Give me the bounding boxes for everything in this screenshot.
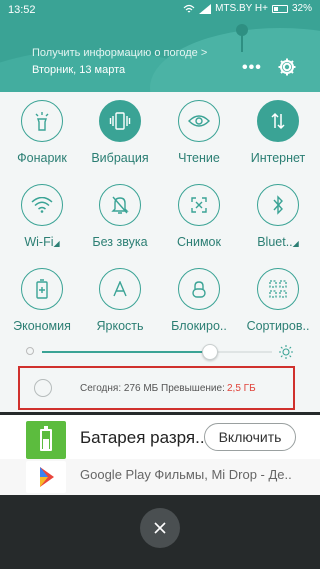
toggle-screenshot[interactable]: Снимок: [159, 184, 239, 249]
google-play-icon: [26, 461, 66, 493]
toggle-label: Wi-Fi◢: [24, 235, 60, 249]
toggle-lock[interactable]: Блокиро..: [159, 268, 239, 333]
toggle-label: Вибрация: [91, 151, 149, 165]
toggle-label: Блокиро..: [171, 319, 227, 333]
toggle-label: Сортиров..: [246, 319, 310, 333]
bluetooth-icon: [257, 184, 299, 226]
google-play-notification[interactable]: Google Play Фильмы, Mi Drop - Де..: [0, 459, 320, 495]
screenshot-icon: [178, 184, 220, 226]
data-overuse-value: 2,5 ГБ: [227, 383, 256, 394]
flashlight-icon: [21, 100, 63, 142]
toggle-silent[interactable]: Без звука: [80, 184, 160, 249]
carrier-name: MTS.BY H+: [215, 3, 268, 14]
toggle-label: Bluet..◢: [257, 235, 299, 249]
brightness-auto-icon: [99, 268, 141, 310]
brightness-high-icon: [279, 345, 293, 359]
data-usage-today: Сегодня: 276 МБ: [80, 383, 159, 394]
toggle-brightness[interactable]: Яркость: [80, 268, 160, 333]
wifi-icon: [21, 184, 63, 226]
toggle-label: Снимок: [177, 235, 221, 249]
toggle-label: Фонарик: [17, 151, 67, 165]
data-transfer-icon: [257, 100, 299, 142]
battery-percent: 32%: [291, 3, 312, 14]
slider-knob[interactable]: [201, 344, 218, 360]
toggle-label: Чтение: [178, 151, 220, 165]
eye-icon: [178, 100, 220, 142]
notification-title: Батарея разря..: [80, 428, 205, 447]
toggle-bluetooth[interactable]: Bluet..◢: [238, 184, 318, 249]
battery-icon: [271, 4, 288, 13]
weather-prompt[interactable]: Получить информацию о погоде >: [32, 47, 207, 59]
slider-fill: [42, 351, 210, 353]
status-time: 13:52: [8, 4, 36, 16]
toggle-sort[interactable]: Сортиров..: [238, 268, 318, 333]
data-overuse-label: Превышение:: [161, 383, 225, 394]
battery-icon: [26, 421, 66, 459]
wifi-signal-icon: [183, 4, 195, 12]
brightness-low-icon: [26, 347, 34, 355]
lock-icon: [178, 268, 220, 310]
toggle-wifi[interactable]: Wi-Fi◢: [2, 184, 82, 249]
close-button[interactable]: [140, 508, 180, 548]
data-usage-ring-icon: [34, 379, 52, 397]
toggle-label: Экономия: [13, 319, 71, 333]
status-bar: 13:52 MTS.BY H+ 32%: [0, 0, 320, 22]
brightness-slider[interactable]: [26, 342, 294, 362]
data-usage-row[interactable]: Сегодня: 276 МБ Превышение: 2,5 ГБ: [18, 366, 295, 410]
gear-icon[interactable]: [277, 57, 297, 77]
sort-grid-icon: [257, 268, 299, 310]
tree-decoration: [236, 24, 248, 52]
toggle-label: Яркость: [96, 319, 144, 333]
toggle-label: Интернет: [250, 151, 306, 165]
toggle-vibration[interactable]: Вибрация: [80, 100, 160, 165]
vibration-icon: [99, 100, 141, 142]
toggle-battery-saver[interactable]: Экономия: [2, 268, 82, 333]
toggle-flashlight[interactable]: Фонарик: [2, 100, 82, 165]
toggle-label: Без звука: [92, 235, 148, 249]
notification-shade-header: 13:52 MTS.BY H+ 32% Получить информацию …: [0, 0, 320, 92]
battery-saver-icon: [21, 268, 63, 310]
battery-notification[interactable]: Батарея разря.. Включить: [0, 415, 320, 459]
more-dots-icon[interactable]: •••: [242, 59, 262, 77]
toggle-reading[interactable]: Чтение: [159, 100, 239, 165]
bell-off-icon: [99, 184, 141, 226]
enable-button[interactable]: Включить: [204, 423, 296, 451]
notification-text: Google Play Фильмы, Mi Drop - Де..: [80, 467, 292, 482]
close-icon: [154, 522, 166, 534]
quick-settings-panel: Фонарик Вибрация Чтение Интернет Wi-Fi◢ …: [0, 92, 320, 412]
toggle-internet[interactable]: Интернет: [238, 100, 318, 165]
cell-signal-icon: [199, 3, 212, 14]
date-label: Вторник, 13 марта: [32, 64, 126, 76]
